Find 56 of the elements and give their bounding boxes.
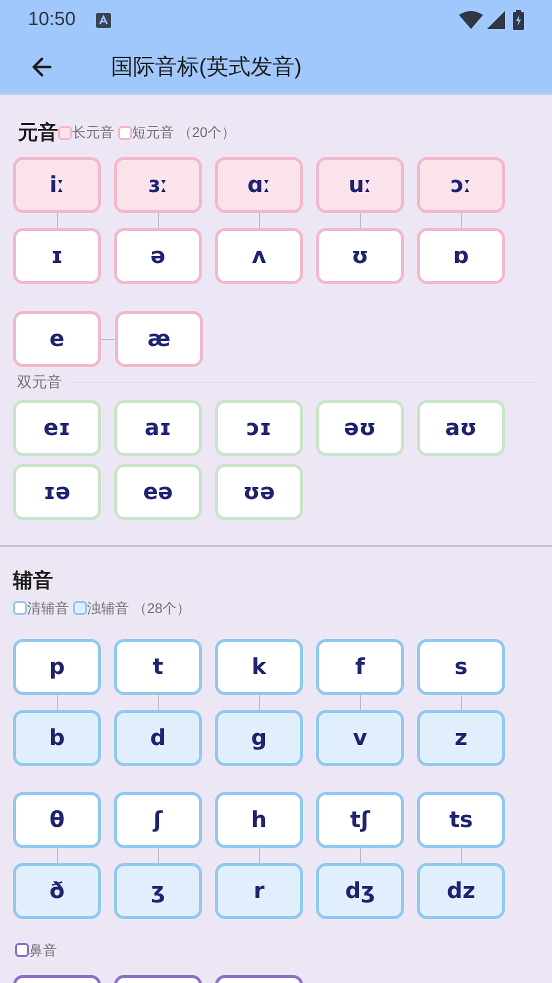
legend-label: 鼻音 bbox=[29, 940, 57, 960]
vowel-count: （20个） bbox=[178, 123, 236, 142]
legend-label: 短元音 bbox=[132, 123, 174, 142]
page-title: 国际音标(英式发音) bbox=[111, 53, 302, 81]
phoneme-tile[interactable]: p bbox=[13, 639, 101, 695]
phoneme-tile[interactable]: tʃ bbox=[316, 792, 404, 848]
phoneme-tile[interactable]: ɔː bbox=[417, 157, 505, 213]
phoneme-tile[interactable]: d bbox=[114, 710, 202, 766]
legend-label: 浊辅音 bbox=[87, 598, 129, 618]
phoneme-tile[interactable]: t bbox=[114, 639, 202, 695]
phoneme-tile[interactable]: s bbox=[417, 639, 505, 695]
battery-icon bbox=[513, 10, 524, 30]
phoneme-tile[interactable]: ɑː bbox=[215, 157, 303, 213]
phoneme-tile[interactable]: b bbox=[13, 710, 101, 766]
phoneme-tile[interactable]: ʃ bbox=[114, 792, 202, 848]
phoneme-tile[interactable]: f bbox=[316, 639, 404, 695]
phoneme-tile[interactable]: k bbox=[215, 639, 303, 695]
signal-icon bbox=[487, 11, 505, 29]
phoneme-tile[interactable]: iː bbox=[13, 157, 101, 213]
phoneme-tile[interactable]: ɜː bbox=[114, 157, 202, 213]
phoneme-tile[interactable]: ə bbox=[114, 228, 202, 284]
phoneme-tile[interactable]: ʒ bbox=[114, 863, 202, 919]
subsection-label: 双元音 bbox=[17, 375, 62, 390]
phoneme-tile[interactable]: r bbox=[215, 863, 303, 919]
consonant-count: （28个） bbox=[133, 598, 191, 618]
phoneme-tile[interactable]: θ bbox=[13, 792, 101, 848]
phoneme-tile[interactable]: ʌ bbox=[215, 228, 303, 284]
phoneme-tile[interactable]: ð bbox=[13, 863, 101, 919]
phoneme-tile[interactable]: eɪ bbox=[13, 400, 101, 456]
phoneme-tile[interactable]: aʊ bbox=[417, 400, 505, 456]
phoneme-tile[interactable]: ɔɪ bbox=[215, 400, 303, 456]
status-time: 10:50 bbox=[28, 8, 76, 32]
phoneme-tile[interactable]: h bbox=[215, 792, 303, 848]
phoneme-tile[interactable]: ʊə bbox=[215, 464, 303, 520]
phoneme-tile[interactable]: æ bbox=[115, 311, 203, 367]
phoneme-tile[interactable]: dʒ bbox=[316, 863, 404, 919]
phoneme-tile[interactable]: ɪ bbox=[13, 228, 101, 284]
legend-label: 长元音 bbox=[72, 123, 114, 142]
notification-icon bbox=[96, 12, 111, 28]
phoneme-tile[interactable]: ʊ bbox=[316, 228, 404, 284]
phoneme-tile[interactable]: e bbox=[13, 311, 101, 367]
phoneme-tile[interactable]: ɪə bbox=[13, 464, 101, 520]
phoneme-tile[interactable]: g bbox=[215, 710, 303, 766]
phoneme-tile[interactable]: dz bbox=[417, 863, 505, 919]
wifi-icon bbox=[459, 11, 483, 29]
phoneme-tile[interactable]: ɒ bbox=[417, 228, 505, 284]
phoneme-tile[interactable]: uː bbox=[316, 157, 404, 213]
phoneme-tile[interactable]: əʊ bbox=[316, 400, 404, 456]
phoneme-tile[interactable]: aɪ bbox=[114, 400, 202, 456]
legend-label: 清辅音 bbox=[27, 598, 69, 618]
phoneme-tile[interactable]: v bbox=[316, 710, 404, 766]
phoneme-tile[interactable]: eə bbox=[114, 464, 202, 520]
phoneme-tile[interactable]: z bbox=[417, 710, 505, 766]
phoneme-tile[interactable]: ts bbox=[417, 792, 505, 848]
section-title: 元音 bbox=[18, 123, 58, 143]
section-title: 辅音 bbox=[13, 569, 54, 593]
